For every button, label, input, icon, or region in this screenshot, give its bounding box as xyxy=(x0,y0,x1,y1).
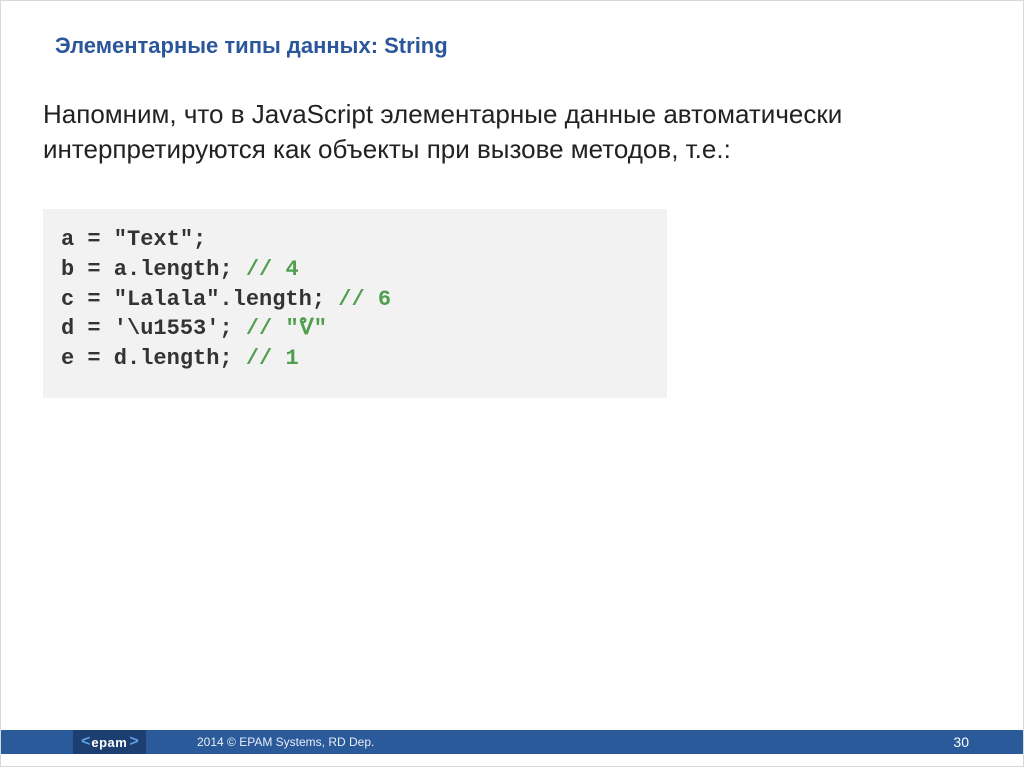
code-line: e = d.length; xyxy=(61,346,246,371)
body-paragraph: Напомним, что в JavaScript элементарные … xyxy=(43,97,969,167)
code-line: c = "Lalala".length; xyxy=(61,287,338,312)
chevron-left-icon: < xyxy=(81,733,89,751)
code-line: a = "Text"; xyxy=(61,227,206,252)
logo-text: epam xyxy=(91,735,127,750)
footer: < epam > 2014 © EPAM Systems, RD Dep. 30 xyxy=(1,730,1023,766)
code-line: b = a.length; xyxy=(61,257,246,282)
code-comment: // 1 xyxy=(246,346,299,371)
code-line: d = '\u1553'; xyxy=(61,316,246,341)
slide: Элементарные типы данных: String Напомни… xyxy=(0,0,1024,767)
code-comment: // "ᕓ" xyxy=(246,316,327,341)
logo: < epam > xyxy=(73,730,146,754)
code-comment: // 6 xyxy=(338,287,391,312)
slide-body: Напомним, что в JavaScript элементарные … xyxy=(1,59,1023,398)
code-block: a = "Text"; b = a.length; // 4 c = "Lala… xyxy=(43,209,667,397)
page-number: 30 xyxy=(953,730,969,754)
slide-title: Элементарные типы данных: String xyxy=(1,1,1023,59)
footer-bar xyxy=(1,730,1023,754)
copyright-text: 2014 © EPAM Systems, RD Dep. xyxy=(197,730,374,754)
code-comment: // 4 xyxy=(246,257,299,282)
chevron-right-icon: > xyxy=(129,733,137,751)
